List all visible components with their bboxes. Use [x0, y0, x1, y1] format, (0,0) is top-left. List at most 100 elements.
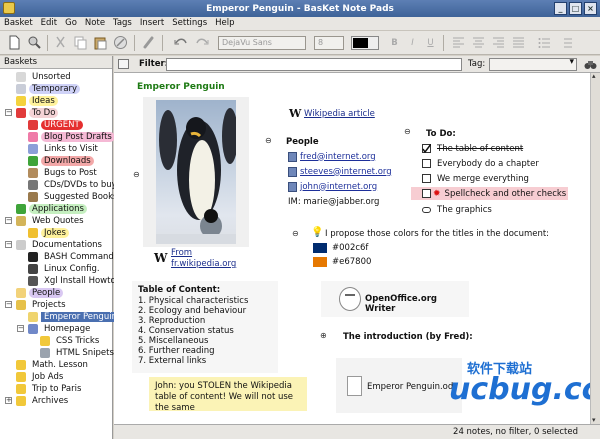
- undo-icon[interactable]: [172, 34, 189, 51]
- image-source-line1[interactable]: From: [171, 248, 192, 258]
- sidebar-item-homepage[interactable]: Homepage: [28, 323, 93, 335]
- close-button[interactable]: ×: [584, 2, 597, 15]
- align-left-icon[interactable]: [450, 34, 467, 51]
- sidebar-item-css-tricks[interactable]: CSS Tricks: [40, 335, 102, 347]
- image-source-line2[interactable]: fr.wikipedia.org: [171, 259, 236, 269]
- clear-filter-icon[interactable]: [118, 59, 129, 69]
- sidebar-item-urgent[interactable]: URGENT: [28, 119, 83, 131]
- attach-icon[interactable]: [140, 34, 157, 51]
- sidebar-item-math-lesson[interactable]: Math. Lesson: [16, 359, 91, 371]
- todo-checkbox-checked[interactable]: [422, 144, 431, 153]
- todo-item[interactable]: We merge everything: [422, 172, 529, 185]
- intro-expand[interactable]: ⊕: [320, 332, 327, 340]
- expand-icon[interactable]: +: [5, 397, 12, 404]
- new-note-icon[interactable]: [6, 34, 23, 51]
- tools-icon[interactable]: [26, 34, 43, 51]
- numbered-list-icon[interactable]: [558, 34, 575, 51]
- italic-icon[interactable]: I: [404, 34, 421, 51]
- sidebar-item-ideas[interactable]: Ideas: [16, 95, 58, 107]
- binoculars-icon[interactable]: [584, 58, 597, 71]
- menu-note[interactable]: Note: [81, 17, 109, 30]
- bold-icon[interactable]: B: [386, 34, 403, 51]
- openoffice-note[interactable]: OpenOffice.org Writer: [321, 281, 469, 317]
- collapse-icon[interactable]: −: [17, 325, 24, 332]
- sidebar-item-web-quotes[interactable]: Web Quotes: [16, 215, 87, 227]
- odt-file-note[interactable]: Emperor Penguin.odt: [336, 358, 462, 413]
- maximize-button[interactable]: □: [569, 2, 582, 15]
- sidebar-item-jokes[interactable]: Jokes: [28, 227, 69, 239]
- menu-basket[interactable]: Basket: [0, 17, 37, 30]
- email-row[interactable]: john@internet.org: [288, 180, 377, 193]
- menu-edit[interactable]: Edit: [37, 17, 61, 30]
- menu-help[interactable]: Help: [211, 17, 238, 30]
- people-collapse[interactable]: ⊖: [265, 137, 272, 145]
- vertical-scrollbar[interactable]: ▴ ▾: [590, 73, 600, 424]
- menu-tags[interactable]: Tags: [109, 17, 136, 30]
- align-center-icon[interactable]: [470, 34, 487, 51]
- filter-input[interactable]: [166, 58, 462, 71]
- sidebar-item-trip-to-paris[interactable]: Trip to Paris: [16, 383, 84, 395]
- todo-checkbox[interactable]: [422, 159, 431, 168]
- paste-icon[interactable]: [92, 34, 109, 51]
- sidebar-item-emperor-penguin[interactable]: Emperor Penguin: [28, 311, 120, 323]
- sidebar-item-projects[interactable]: Projects: [16, 299, 69, 311]
- menu-go[interactable]: Go: [61, 17, 81, 30]
- toc-item: 5. Miscellaneous: [138, 336, 209, 346]
- underline-icon[interactable]: U: [422, 34, 439, 51]
- sidebar-item-applications[interactable]: Applications: [16, 203, 87, 215]
- sidebar-item-cds-dvds-to-buy[interactable]: CDs/DVDs to buy: [28, 179, 120, 191]
- sidebar-item-bash-commands[interactable]: BASH Commands: [28, 251, 121, 263]
- email-row[interactable]: steeves@internet.org: [288, 165, 392, 178]
- colors-collapse[interactable]: ⊖: [292, 230, 299, 238]
- collapse-icon[interactable]: −: [5, 301, 12, 308]
- menu-insert[interactable]: Insert: [136, 17, 168, 30]
- collapse-icon[interactable]: −: [5, 217, 12, 224]
- cut-icon[interactable]: [52, 34, 69, 51]
- wikipedia-article-link[interactable]: Wikipedia article: [304, 109, 375, 119]
- todo-item[interactable]: The graphics: [422, 203, 492, 216]
- todo-item[interactable]: The table of content: [422, 142, 568, 155]
- sidebar-item-documentations[interactable]: Documentations: [16, 239, 105, 251]
- copy-icon[interactable]: [72, 34, 89, 51]
- sidebar-item-html-snipets[interactable]: HTML Snipets: [40, 347, 117, 359]
- todo-collapse[interactable]: ⊖: [404, 128, 411, 136]
- people-title: People: [286, 137, 319, 147]
- sidebar-item-linux-config[interactable]: Linux Config.: [28, 263, 103, 275]
- sidebar-item-job-ads[interactable]: Job Ads: [16, 371, 66, 383]
- color-swatch: [313, 242, 327, 253]
- align-justify-icon[interactable]: [510, 34, 527, 51]
- image-note-collapse[interactable]: ⊖: [133, 171, 140, 179]
- align-right-icon[interactable]: [490, 34, 507, 51]
- font-family-select[interactable]: DejaVu Sans: [218, 36, 306, 50]
- sidebar-item-unsorted[interactable]: Unsorted: [16, 71, 74, 83]
- font-size-select[interactable]: 8: [314, 36, 344, 50]
- sidebar-item-xgl-install-howto[interactable]: Xgl Install Howto: [28, 275, 119, 287]
- sidebar-item-blog-post-drafts[interactable]: Blog Post Drafts: [28, 131, 115, 143]
- sidebar-item-archives[interactable]: Archives: [16, 395, 71, 407]
- collapse-icon[interactable]: −: [5, 241, 12, 248]
- sidebar-item-bugs-to-post[interactable]: Bugs to Post: [28, 167, 100, 179]
- delete-icon[interactable]: [112, 34, 129, 51]
- todo-checkbox[interactable]: [422, 174, 431, 183]
- tag-select[interactable]: ▾: [489, 57, 577, 71]
- redo-icon[interactable]: [194, 34, 211, 51]
- sidebar-item-label: CDs/DVDs to buy: [44, 180, 117, 190]
- title-bar: Emperor Penguin - BasKet Note Pads _ □ ×: [0, 0, 600, 17]
- sidebar-item-downloads[interactable]: Downloads: [28, 155, 94, 167]
- todo-checkbox[interactable]: [422, 189, 431, 198]
- sidebar-item-temporary[interactable]: Temporary: [16, 83, 81, 95]
- sidebar-item-to-do[interactable]: To Do: [16, 107, 59, 119]
- sidebar-item-links-to-visit[interactable]: Links to Visit: [28, 143, 101, 155]
- email-row[interactable]: fred@internet.org: [288, 150, 376, 163]
- collapse-icon[interactable]: −: [5, 109, 12, 116]
- sidebar-item-people[interactable]: People: [16, 287, 64, 299]
- minimize-button[interactable]: _: [554, 2, 567, 15]
- sidebar-item-suggested-books[interactable]: Suggested Books: [28, 191, 120, 203]
- status-text: 24 notes, no filter, 0 selected: [453, 427, 578, 437]
- text-color-button[interactable]: [351, 36, 379, 50]
- bullet-list-icon[interactable]: [536, 34, 553, 51]
- basket-canvas: Emperor Penguin ⊖ W From fr.wikipedia.or…: [114, 73, 600, 424]
- todo-item-highlighted[interactable]: ✹ Spellcheck and other checks: [411, 187, 568, 200]
- menu-settings[interactable]: Settings: [168, 17, 211, 30]
- todo-item[interactable]: Everybody do a chapter: [422, 157, 539, 170]
